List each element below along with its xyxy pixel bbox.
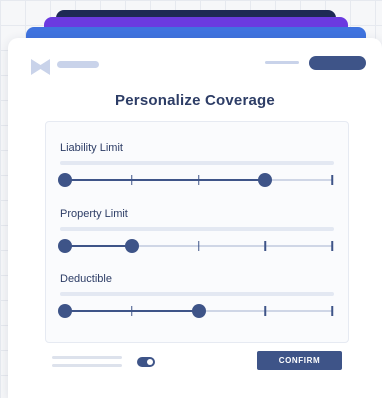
slider-label: Liability Limit [60, 142, 123, 154]
liability-limit-slider[interactable] [58, 173, 333, 187]
coverage-card: Personalize Coverage Liability Limit Pro… [8, 38, 382, 398]
header-action-button[interactable] [309, 56, 366, 70]
slider-group-deductible: Deductible [46, 273, 348, 333]
footer-text-placeholder [52, 356, 122, 359]
slider-handle[interactable] [258, 173, 273, 187]
property-limit-slider[interactable] [58, 239, 333, 253]
slider-group-liability: Liability Limit [46, 142, 348, 202]
slider-tick [131, 175, 133, 185]
slider-handle[interactable] [191, 304, 206, 318]
slider-fill [65, 245, 132, 247]
nav-link-placeholder[interactable] [265, 61, 299, 64]
slider-tick [264, 306, 266, 316]
brand-name-placeholder [57, 61, 99, 68]
deductible-slider[interactable] [58, 304, 333, 318]
slider-start-handle[interactable] [58, 304, 72, 318]
slider-tick [331, 175, 333, 185]
slider-start-handle[interactable] [58, 239, 72, 253]
slider-group-property: Property Limit [46, 208, 348, 268]
slider-caption-placeholder [60, 227, 334, 231]
slider-tick [264, 241, 266, 251]
slider-fill [65, 179, 266, 181]
slider-tick [197, 241, 200, 251]
slider-tick [331, 306, 333, 316]
bowtie-logo-icon [31, 59, 50, 75]
footer-toggle[interactable] [137, 357, 155, 367]
toggle-knob [147, 359, 153, 365]
coverage-sliders-panel: Liability Limit Property Limit Deductibl… [45, 121, 349, 343]
slider-handle[interactable] [124, 239, 139, 253]
footer-text-placeholder [52, 364, 122, 367]
confirm-button[interactable]: CONFIRM [257, 351, 342, 370]
slider-start-handle[interactable] [58, 173, 72, 187]
slider-tick [131, 306, 133, 316]
slider-label: Property Limit [60, 208, 128, 220]
slider-caption-placeholder [60, 161, 334, 165]
slider-tick [331, 241, 333, 251]
page-title: Personalize Coverage [115, 92, 275, 109]
slider-tick [197, 175, 200, 185]
slider-label: Deductible [60, 273, 112, 285]
slider-caption-placeholder [60, 292, 334, 296]
